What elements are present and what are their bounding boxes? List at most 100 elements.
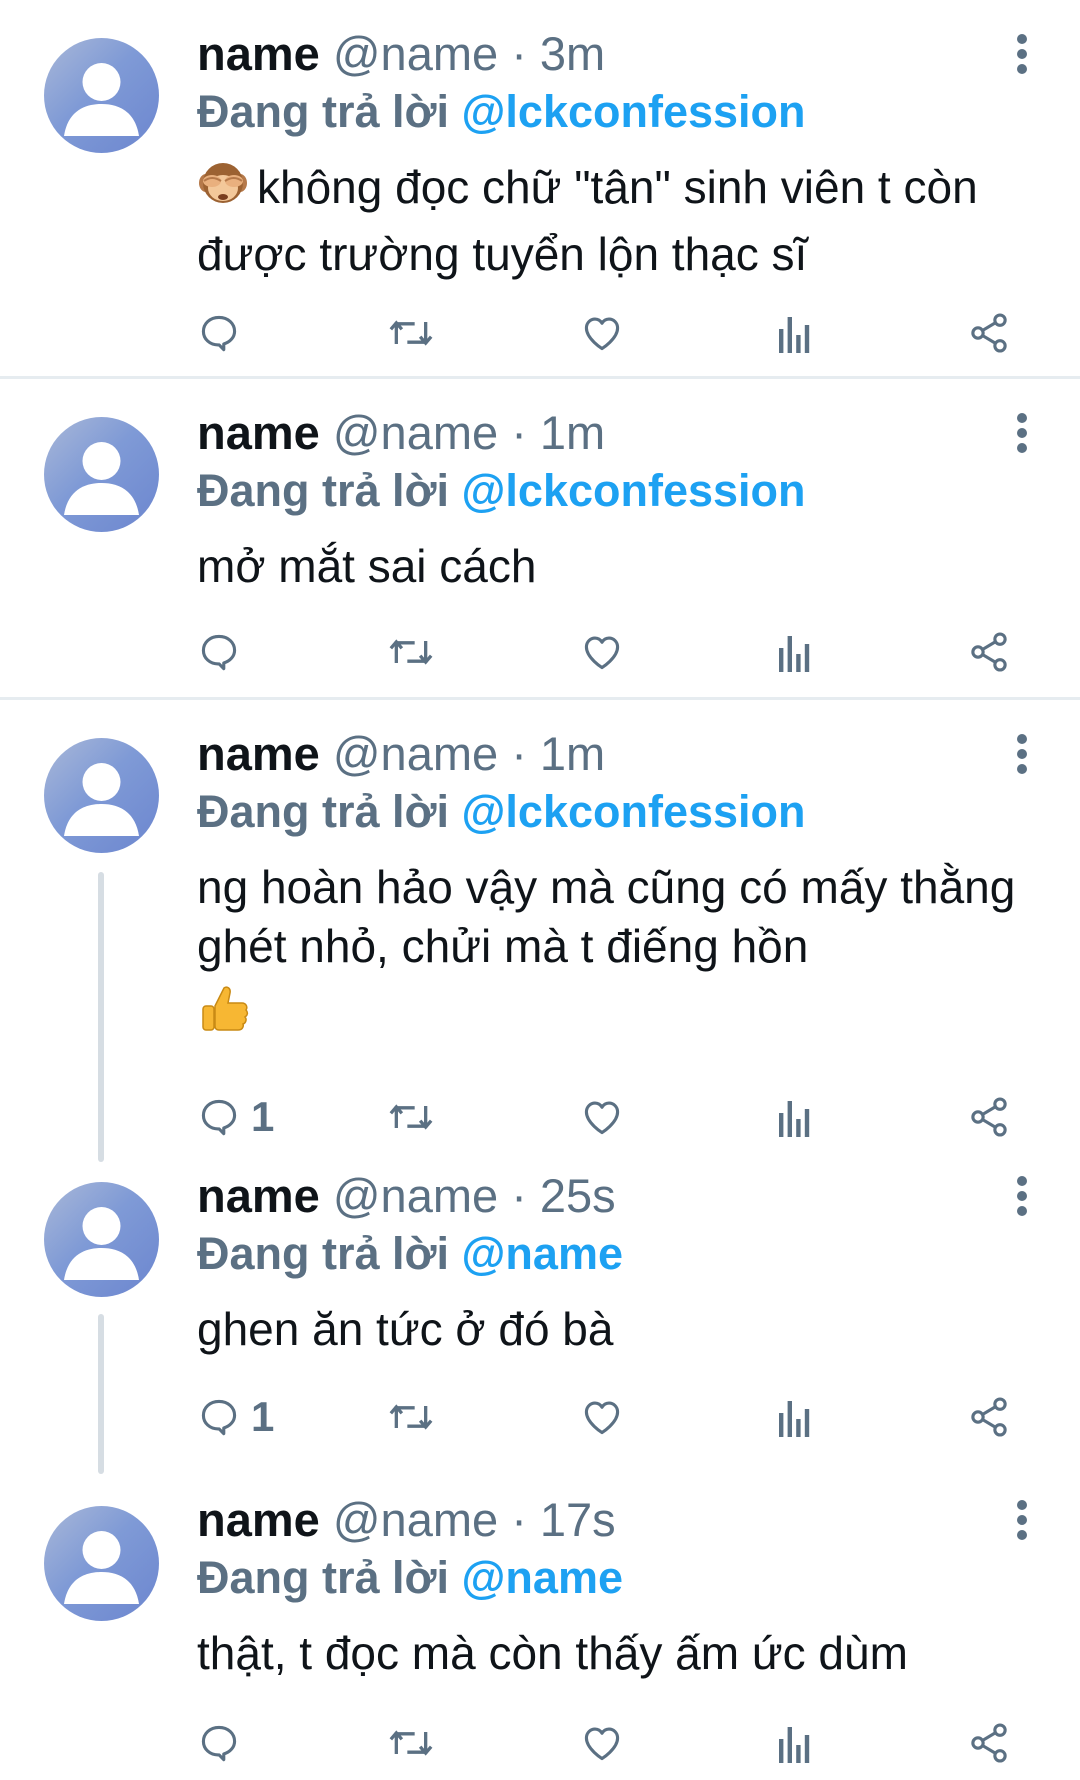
analytics-icon: [779, 1401, 810, 1437]
analytics-icon: [779, 636, 810, 672]
reply-icon: [201, 1725, 237, 1762]
more-vertical-icon[interactable]: [1010, 1498, 1034, 1542]
retweet-button[interactable]: [387, 308, 435, 358]
reply-button[interactable]: [197, 308, 251, 358]
tweet-text: không đọc chữ "tân" sinh viên t còn được…: [197, 158, 1027, 284]
heart-icon: [584, 1101, 620, 1135]
tweet-3[interactable]: name @name · 1m Đang trả lời @lckconfess…: [0, 700, 1080, 1162]
reply-count: 1: [251, 1093, 275, 1140]
analytics-button[interactable]: [777, 1392, 813, 1442]
user-handle[interactable]: @name: [333, 1493, 498, 1546]
reply-button[interactable]: 1: [197, 1092, 274, 1142]
default-profile-icon: [64, 63, 139, 136]
display-name[interactable]: name: [197, 1169, 320, 1222]
tweet-actions: [197, 308, 1017, 358]
replying-to: Đang trả lời @name: [197, 1550, 623, 1606]
share-icon: [971, 1723, 1007, 1763]
heart-icon: [584, 1401, 620, 1435]
display-name[interactable]: name: [197, 27, 320, 80]
reply-button[interactable]: [197, 627, 251, 677]
heart-icon: [584, 317, 620, 351]
tweet-text-content: không đọc chữ "tân" sinh viên t còn được…: [197, 161, 978, 280]
tweet-actions: 1: [197, 1392, 1017, 1442]
mention-link[interactable]: @lckconfession: [462, 786, 806, 837]
see-no-evil-monkey-icon: [197, 159, 249, 225]
retweet-icon: [389, 639, 433, 665]
reply-button[interactable]: 1: [197, 1392, 274, 1442]
tweet-header: name @name · 1m: [197, 405, 605, 461]
avatar[interactable]: [44, 417, 159, 532]
like-button[interactable]: [579, 1092, 625, 1142]
timestamp[interactable]: 25s: [540, 1169, 616, 1222]
reply-button[interactable]: [197, 1718, 251, 1768]
display-name[interactable]: name: [197, 727, 320, 780]
tweet-text: ghen ăn tức ở đó bà: [197, 1303, 614, 1355]
like-button[interactable]: [579, 627, 625, 677]
mention-link[interactable]: @lckconfession: [462, 465, 806, 516]
timestamp[interactable]: 3m: [540, 27, 605, 80]
replying-to: Đang trả lời @lckconfession: [197, 784, 806, 840]
share-button[interactable]: [967, 627, 1011, 677]
avatar[interactable]: [44, 38, 159, 153]
timestamp[interactable]: 1m: [540, 727, 605, 780]
tweet-text: mở mắt sai cách: [197, 540, 537, 592]
mention-link[interactable]: @lckconfession: [462, 86, 806, 137]
like-button[interactable]: [579, 1718, 625, 1768]
avatar[interactable]: [44, 1182, 159, 1297]
analytics-button[interactable]: [777, 627, 813, 677]
tweet-1[interactable]: name @name · 3m Đang trả lời @lckconfess…: [0, 0, 1080, 378]
default-profile-icon: [64, 763, 139, 836]
replying-to: Đang trả lời @name: [197, 1226, 623, 1282]
replying-to-label: Đang trả lời: [197, 1552, 450, 1603]
share-icon: [971, 632, 1007, 672]
separator-dot: ·: [511, 1169, 527, 1222]
user-handle[interactable]: @name: [333, 727, 498, 780]
tweet-header: name @name · 3m: [197, 26, 605, 82]
avatar[interactable]: [44, 738, 159, 853]
like-button[interactable]: [579, 1392, 625, 1442]
retweet-icon: [389, 1404, 433, 1430]
analytics-icon: [779, 317, 810, 353]
default-profile-icon: [64, 1207, 139, 1280]
tweet-header: name @name · 1m: [197, 726, 605, 782]
user-handle[interactable]: @name: [333, 1169, 498, 1222]
share-button[interactable]: [967, 1718, 1011, 1768]
share-button[interactable]: [967, 308, 1011, 358]
analytics-button[interactable]: [777, 1092, 813, 1142]
tweet-5[interactable]: name @name · 17s Đang trả lời @name thật…: [0, 1466, 1080, 1780]
timestamp[interactable]: 17s: [540, 1493, 616, 1546]
analytics-button[interactable]: [777, 308, 813, 358]
share-button[interactable]: [967, 1392, 1011, 1442]
analytics-icon: [779, 1727, 810, 1763]
thread-connector: [98, 872, 104, 1162]
more-vertical-icon[interactable]: [1010, 411, 1034, 455]
mention-link[interactable]: @name: [462, 1552, 623, 1603]
retweet-button[interactable]: [387, 627, 435, 677]
retweet-button[interactable]: [387, 1718, 435, 1768]
reply-icon: [201, 634, 237, 671]
more-vertical-icon[interactable]: [1010, 1174, 1034, 1218]
tweet-4[interactable]: name @name · 25s Đang trả lời @name ghen…: [0, 1142, 1080, 1474]
timestamp[interactable]: 1m: [540, 406, 605, 459]
tweet-2[interactable]: name @name · 1m Đang trả lời @lckconfess…: [0, 379, 1080, 698]
retweet-button[interactable]: [387, 1092, 435, 1142]
avatar[interactable]: [44, 1506, 159, 1621]
user-handle[interactable]: @name: [333, 406, 498, 459]
mention-link[interactable]: @name: [462, 1228, 623, 1279]
replying-to-label: Đang trả lời: [197, 86, 450, 137]
more-vertical-icon[interactable]: [1010, 732, 1034, 776]
replying-to-label: Đang trả lời: [197, 786, 450, 837]
tweet-actions: [197, 627, 1017, 677]
like-button[interactable]: [579, 308, 625, 358]
user-handle[interactable]: @name: [333, 27, 498, 80]
display-name[interactable]: name: [197, 1493, 320, 1546]
reply-icon: [201, 315, 237, 352]
share-button[interactable]: [967, 1092, 1011, 1142]
display-name[interactable]: name: [197, 406, 320, 459]
tweet-text: ng hoàn hảo vậy mà cũng có mấy thằng ghé…: [197, 858, 1027, 1050]
more-vertical-icon[interactable]: [1010, 32, 1034, 76]
heart-icon: [584, 1727, 620, 1761]
analytics-button[interactable]: [777, 1718, 813, 1768]
retweet-button[interactable]: [387, 1392, 435, 1442]
tweet-actions: [197, 1718, 1017, 1768]
